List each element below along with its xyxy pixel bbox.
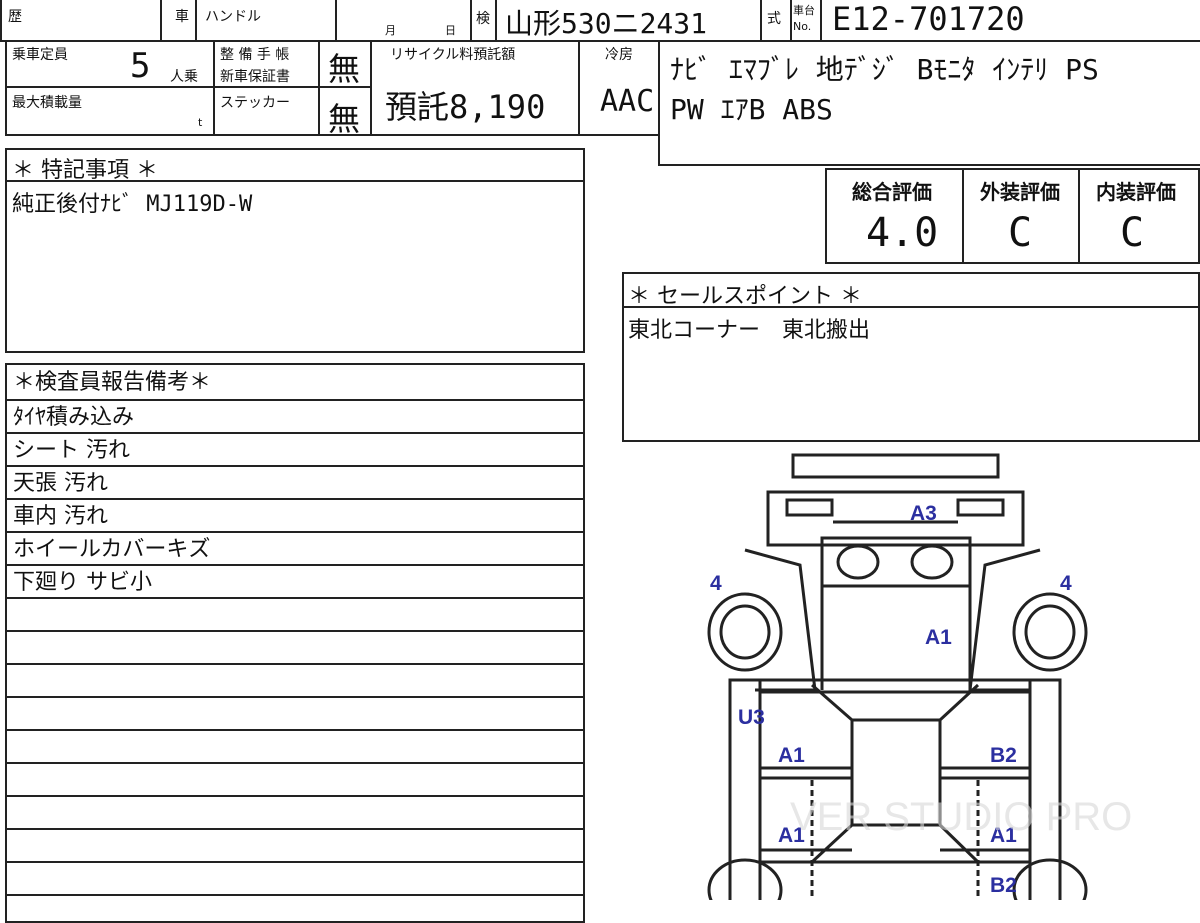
damage-mark: B2 <box>990 874 1017 897</box>
special-notes-text: 純正後付ﾅﾋﾞ MJ119D-W <box>12 192 253 217</box>
maintenance-value: 無 <box>328 50 361 88</box>
front-right-tire <box>1012 592 1088 672</box>
inspector-report-title: ＊検査員報告備考＊ <box>7 365 583 401</box>
damage-mark: A1 <box>778 824 805 847</box>
report-row: 下廻り サビ小 <box>7 566 583 599</box>
left-fender <box>744 548 817 692</box>
ac-label: 冷房 <box>605 47 633 63</box>
handle-label: ハンドル <box>205 9 261 25</box>
hood-outline <box>766 490 1025 547</box>
front-left-tire <box>707 592 783 672</box>
history-label: 歴 <box>8 9 22 25</box>
recycle-label: リサイクル料預託額 <box>390 47 516 63</box>
special-notes-title: ＊ 特記事項 ＊ <box>12 158 158 183</box>
damage-mark: U3 <box>738 706 765 729</box>
report-row <box>7 731 583 764</box>
headlight-right <box>910 544 954 580</box>
exterior-rating-label: 外装評価 <box>980 180 1060 204</box>
report-row <box>7 764 583 797</box>
exterior-rating-value: C <box>1008 210 1033 256</box>
equipment-line-1: ﾅﾋﾞ ｴﾏﾌﾞﾚ 地ﾃﾞｼﾞ Bﾓﾆﾀ ｲﾝﾃﾘ PS <box>670 53 1099 86</box>
grille-left <box>785 498 834 517</box>
inspection-label: 検 <box>476 11 490 27</box>
rear-left-tire <box>707 858 783 900</box>
roof-outline <box>850 718 942 827</box>
damage-mark: 4 <box>710 572 722 595</box>
report-row <box>7 698 583 731</box>
chassis-number: E12-701720 <box>832 0 1025 38</box>
max-load-label: 最大積載量 <box>12 95 82 111</box>
windshield-area <box>820 536 972 588</box>
chassis-label-2: No. <box>793 20 812 33</box>
report-row <box>7 599 583 632</box>
ac-value: AAC <box>600 84 655 119</box>
report-row <box>7 632 583 665</box>
damage-mark: A1 <box>925 626 952 649</box>
rear-right-tire <box>1012 858 1088 900</box>
equipment-line-2: PW ｴｱB ABS <box>670 93 833 126</box>
capacity-value: 5 <box>130 46 151 86</box>
model-label: 式 <box>767 11 781 27</box>
right-fender <box>968 548 1041 692</box>
report-row: ﾀｲﾔ積み込み <box>7 401 583 434</box>
report-row: ホイールカバーキズ <box>7 533 583 566</box>
damage-mark: A1 <box>778 744 805 767</box>
report-row: 天張 汚れ <box>7 467 583 500</box>
vehicle-label: 車 <box>175 9 189 25</box>
interior-rating-value: C <box>1120 210 1145 256</box>
sales-point-text: 東北コーナー 東北搬出 <box>628 318 871 343</box>
grille-right <box>956 498 1005 517</box>
inspector-report-box: ＊検査員報告備考＊ ﾀｲﾔ積み込み シート 汚れ 天張 汚れ 車内 汚れ ホイー… <box>5 363 585 923</box>
capacity-label: 乗車定員 <box>12 47 68 63</box>
overall-rating-value: 4.0 <box>866 210 939 256</box>
interior-rating-label: 内装評価 <box>1096 180 1176 204</box>
plate-number: 山形530ニ2431 <box>505 7 708 40</box>
damage-mark: B2 <box>990 744 1017 767</box>
damage-mark: A1 <box>990 824 1017 847</box>
recycle-value: 預託8,190 <box>385 88 546 126</box>
front-bumper-outline <box>791 453 1000 479</box>
day-label: 日 <box>445 24 456 37</box>
maintenance-label-1: 整 備 手 帳 <box>220 47 290 63</box>
maintenance-label-2: 新車保証書 <box>220 69 290 85</box>
sales-point-title: ＊ セールスポイント ＊ <box>628 284 862 309</box>
max-load-unit: t <box>198 116 203 129</box>
month-label: 月 <box>385 24 396 37</box>
sticker-label: ステッカー <box>220 95 290 111</box>
report-row <box>7 830 583 863</box>
chassis-label-1: 車台 <box>793 4 815 17</box>
body-outline <box>728 678 1062 900</box>
report-row <box>7 863 583 896</box>
report-row: 車内 汚れ <box>7 500 583 533</box>
damage-mark: A3 <box>910 502 937 525</box>
watermark: VER STUDIO PRO <box>790 795 1132 839</box>
report-row: シート 汚れ <box>7 434 583 467</box>
capacity-unit: 人乗 <box>170 69 198 85</box>
sticker-value: 無 <box>328 100 361 138</box>
overall-rating-label: 総合評価 <box>852 180 932 204</box>
damage-mark: 4 <box>1060 572 1072 595</box>
report-row <box>7 665 583 698</box>
headlight-left <box>836 544 880 580</box>
report-row <box>7 797 583 830</box>
